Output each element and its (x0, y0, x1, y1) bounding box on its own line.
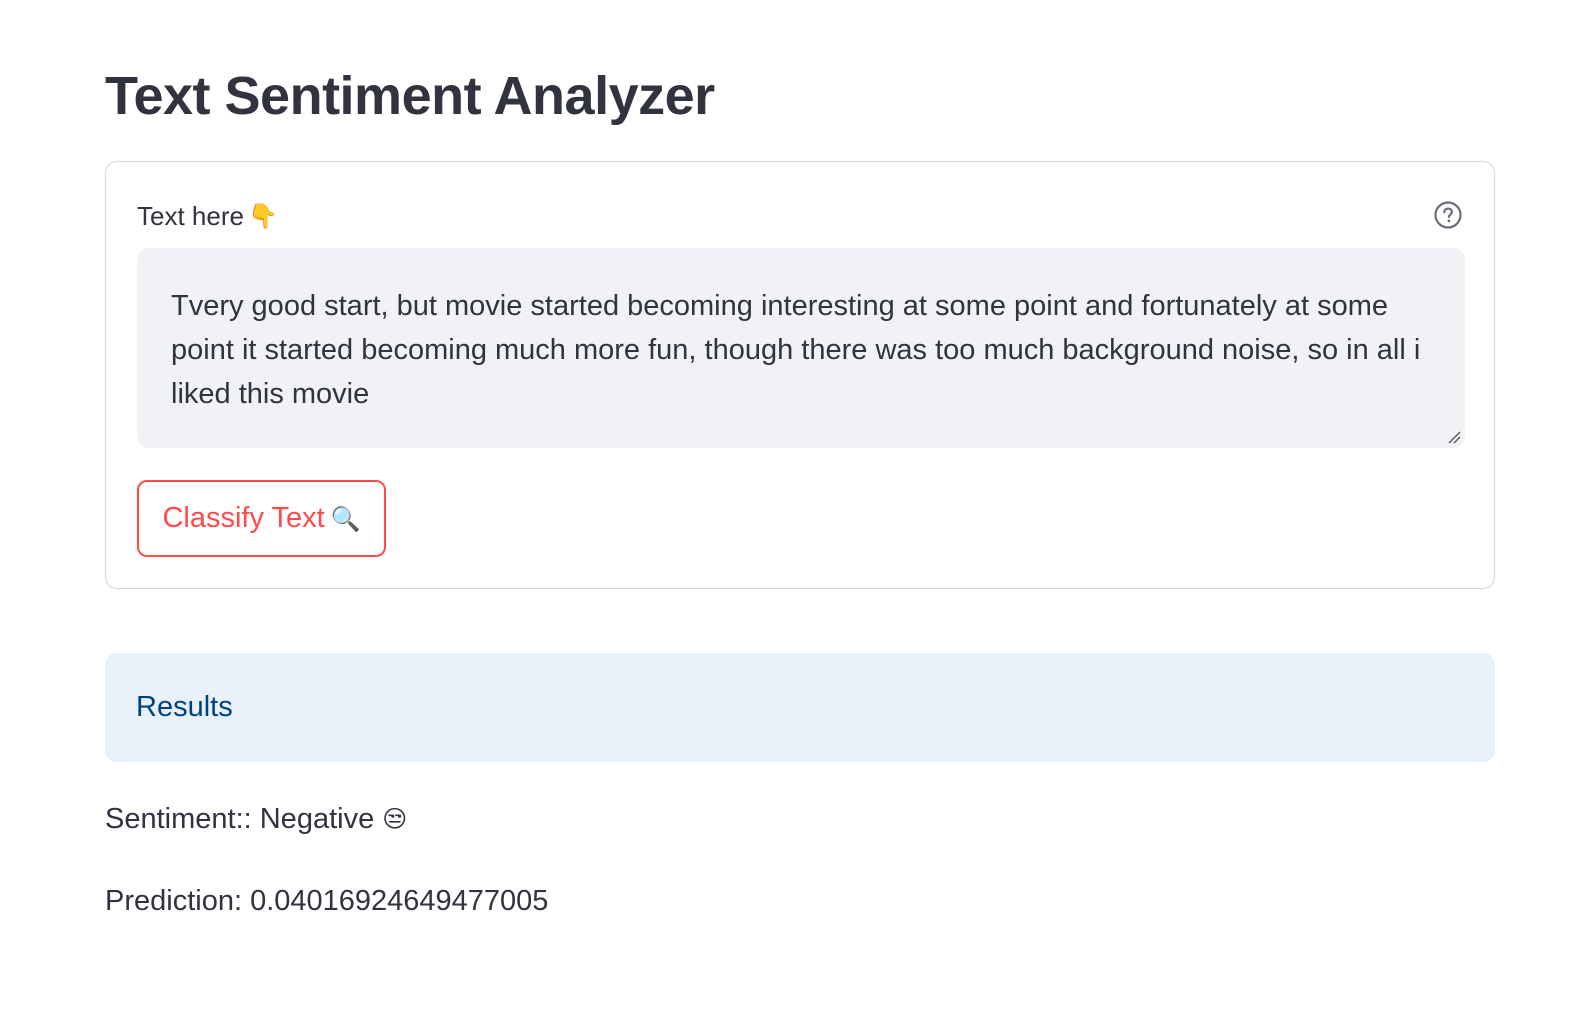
page-title: Text Sentiment Analyzer (105, 66, 715, 126)
results-header: Results (136, 691, 233, 723)
text-field-label: Text here 👇 (137, 200, 278, 232)
sentiment-text: Sentiment:: Negative (105, 803, 375, 835)
unamused-face-icon: 😒 (382, 805, 408, 833)
app-page: Text Sentiment Analyzer Text here 👇 Tver… (0, 0, 1586, 1018)
classify-button-label: Classify Text (162, 502, 325, 534)
magnifying-glass-icon: 🔍 (330, 504, 361, 533)
text-field-label-text: Text here (137, 201, 244, 231)
classify-text-button[interactable]: Classify Text 🔍 (137, 480, 386, 557)
text-input-value: Tvery good start, but movie started beco… (171, 290, 1421, 410)
results-info-box: Results (105, 653, 1495, 762)
sentiment-result: Sentiment:: Negative 😒 (105, 801, 407, 837)
prediction-result: Prediction: 0.04016924649477005 (105, 885, 549, 917)
input-form: Text here 👇 Tvery good start, but movie … (105, 161, 1495, 589)
resize-handle-icon[interactable] (1447, 430, 1461, 444)
text-input-area[interactable]: Tvery good start, but movie started beco… (137, 248, 1465, 448)
pointing-down-icon: 👇 (247, 202, 278, 230)
question-circle-icon[interactable] (1433, 200, 1463, 230)
